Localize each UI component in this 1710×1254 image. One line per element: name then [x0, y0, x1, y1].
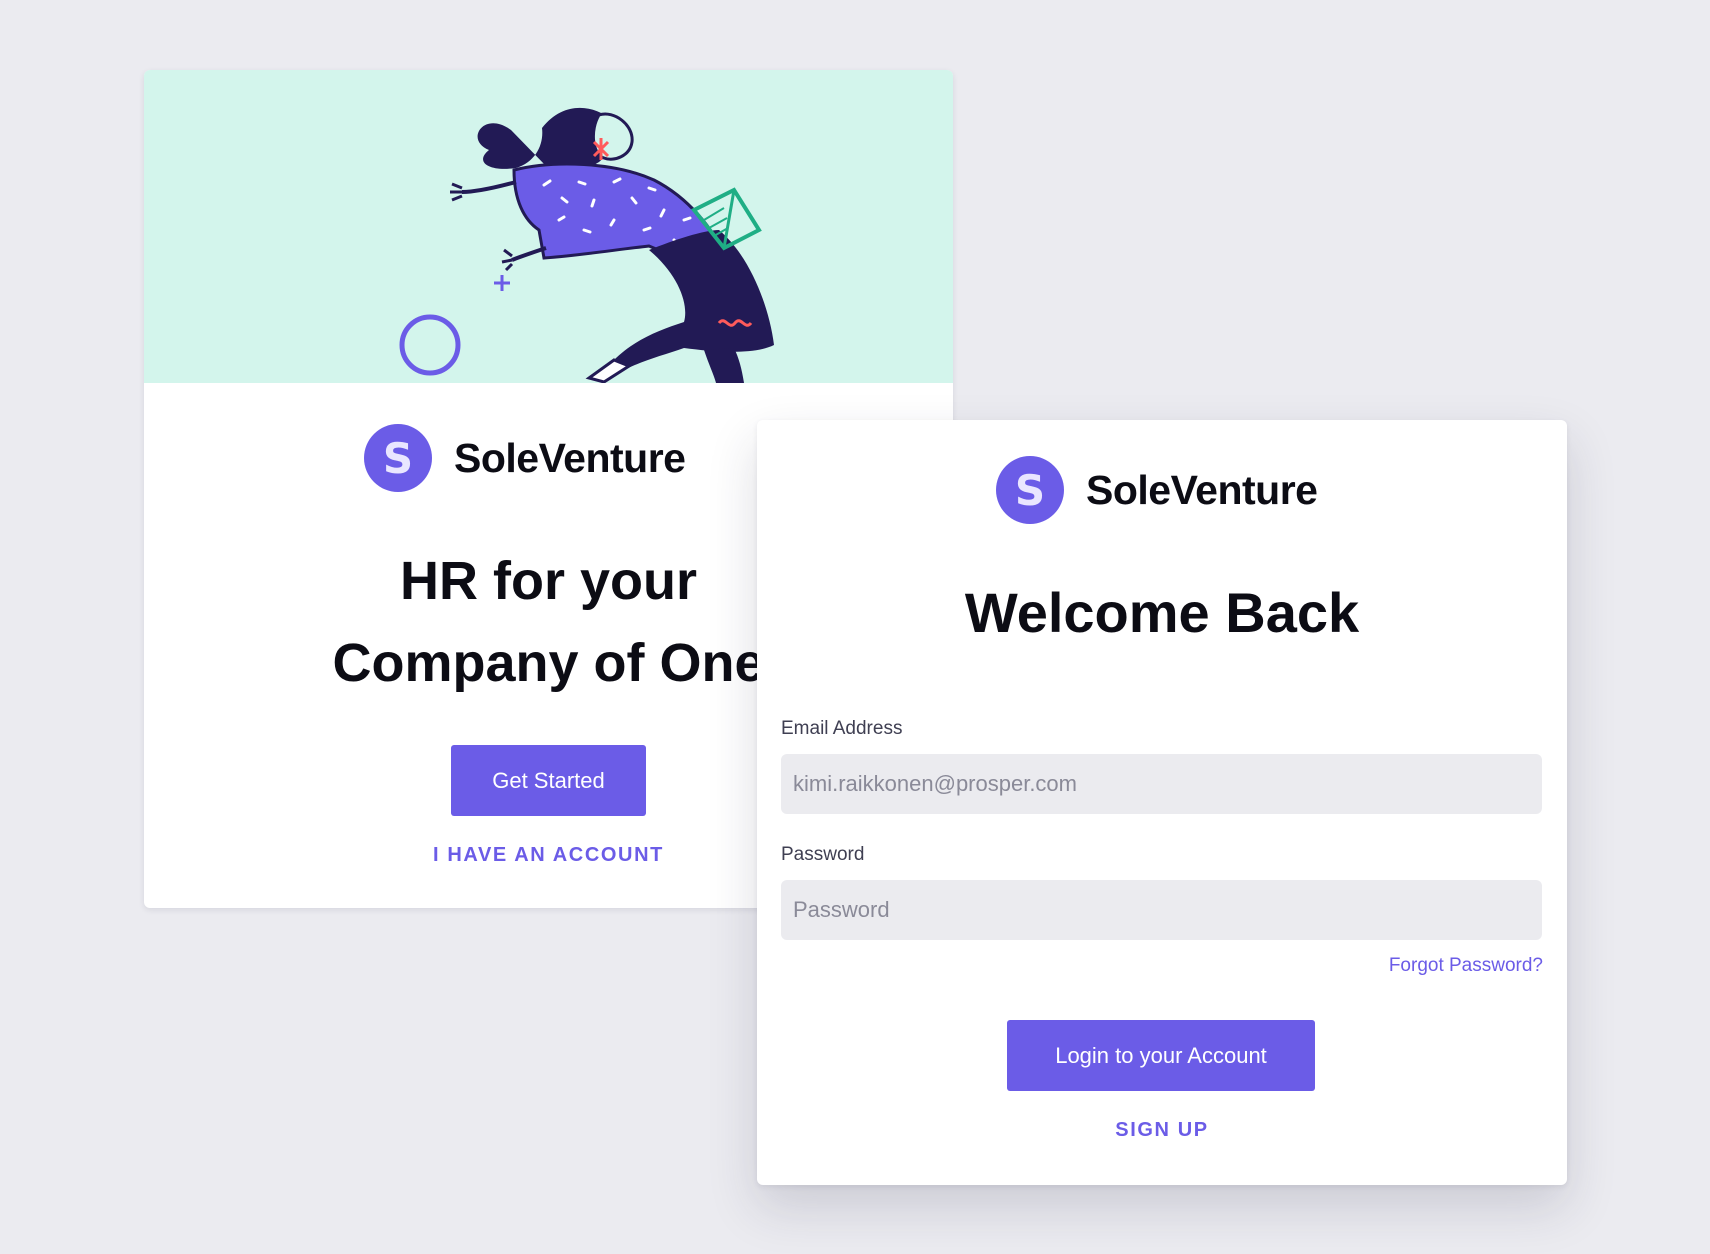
page-title: Welcome Back	[964, 581, 1360, 644]
get-started-button[interactable]: Get Started	[451, 745, 646, 816]
screen: S SoleVenture HR for your Company of One…	[0, 0, 1710, 1254]
brand-logo: S SoleVenture	[996, 456, 1376, 524]
brand-s-icon: S	[364, 424, 432, 492]
hero-banner	[144, 70, 953, 383]
brand-name: SoleVenture	[454, 434, 686, 481]
password-field[interactable]: Password	[781, 880, 1542, 940]
forgot-password-link[interactable]: Forgot Password?	[1389, 955, 1543, 977]
brand-logo: S SoleVenture	[364, 424, 744, 492]
email-field[interactable]: kimi.raikkonen@prosper.com	[781, 754, 1542, 814]
password-label: Password	[781, 844, 865, 865]
woman-flying-illustration	[399, 107, 774, 383]
brand-s-icon: S	[996, 456, 1064, 524]
login-button[interactable]: Login to your Account	[1007, 1020, 1315, 1091]
brand-name: SoleVenture	[1086, 466, 1318, 513]
email-label: Email Address	[781, 718, 903, 739]
login-card: S SoleVenture Welcome Back Email Address…	[757, 420, 1567, 1185]
sign-up-link[interactable]: SIGN UP	[757, 1119, 1567, 1142]
